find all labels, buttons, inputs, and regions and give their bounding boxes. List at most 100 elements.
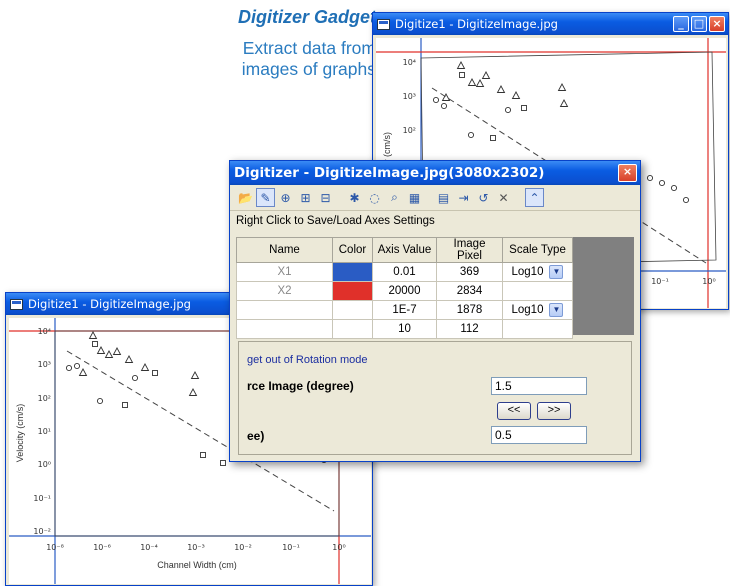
axis-value[interactable]: 10	[372, 319, 437, 339]
chevron-down-icon[interactable]: ▼	[549, 303, 564, 317]
table-row[interactable]: X1 0.01 369 Log10 ▼	[236, 262, 573, 282]
y-tick-label: 10²	[403, 126, 416, 135]
x-axis-label: Channel Width (cm)	[157, 560, 237, 570]
axis-name[interactable]	[236, 319, 333, 339]
set-xy-axes-icon[interactable]: ⊕	[276, 188, 295, 207]
circle-marker	[646, 174, 654, 182]
circle-marker	[65, 364, 73, 372]
y-tick-label: 10²	[38, 394, 51, 403]
axis-name[interactable]: X1	[236, 262, 333, 282]
circle-marker	[440, 102, 448, 110]
col-header-image-pixel[interactable]: Image Pixel	[436, 237, 503, 263]
table-row[interactable]: 10 112	[236, 319, 573, 339]
table-row[interactable]: 1E-7 1878 Log10 ▼	[236, 300, 573, 320]
dialog-title: Digitizer - DigitizeImage.jpg(3080x2302)	[234, 165, 545, 181]
chevron-down-icon[interactable]: ▼	[549, 265, 564, 279]
back-window-title: Digitize1 - DigitizeImage.jpg	[395, 17, 558, 31]
axis-name[interactable]: X2	[236, 281, 333, 301]
image-pixel[interactable]: 1878	[436, 300, 503, 320]
pick-points-icon[interactable]: ✎	[256, 188, 275, 207]
data-table-icon[interactable]: ▤	[434, 188, 453, 207]
axis-color-swatch[interactable]	[332, 300, 373, 320]
scale-type-value: Log10	[511, 304, 544, 317]
rotation-panel: get out of Rotation mode rce Image (degr…	[238, 341, 632, 455]
col-header-name[interactable]: Name	[236, 237, 333, 263]
y-tick-label: 10³	[38, 360, 51, 369]
y-tick-label: 10⁴	[403, 58, 416, 67]
axis-value[interactable]: 1E-7	[372, 300, 437, 320]
image-pixel[interactable]: 369	[436, 262, 503, 282]
zoom-icon[interactable]: ⌕	[385, 188, 404, 207]
circle-marker	[467, 131, 475, 139]
x-tick-label: 10⁰	[332, 543, 345, 552]
promo-block: Digitizer Gadget Extract data from image…	[176, 6, 376, 80]
axis-color-swatch[interactable]	[332, 281, 373, 301]
circle-marker	[682, 196, 690, 204]
col-header-scale-type[interactable]: Scale Type	[502, 237, 573, 263]
circle-marker	[658, 179, 666, 187]
image-pixel[interactable]: 112	[436, 319, 503, 339]
x-tick-label: 10⁰	[702, 277, 715, 286]
scale-type-select[interactable]: Log10 ▼	[502, 300, 573, 320]
axes-table-container: Name Color Axis Value Image Pixel Scale …	[236, 237, 634, 339]
grid-icon[interactable]: ▦	[405, 188, 424, 207]
triangle-marker	[124, 355, 134, 363]
image-pixel[interactable]: 2834	[436, 281, 503, 301]
square-marker	[92, 341, 98, 347]
scale-type-select[interactable]: Log10 ▼	[502, 262, 573, 282]
maximize-button[interactable]: □	[691, 16, 707, 32]
axis-color-swatch[interactable]	[332, 319, 373, 339]
close-button[interactable]: ×	[709, 16, 725, 32]
triangle-marker	[496, 85, 506, 93]
square-marker	[459, 72, 465, 78]
axis-value[interactable]: 20000	[372, 281, 437, 301]
dialog-close-button[interactable]: ×	[618, 164, 637, 182]
axis-value[interactable]: 0.01	[372, 262, 437, 282]
scale-type-select[interactable]	[502, 319, 573, 339]
magic-wand-icon[interactable]: ✱	[345, 188, 364, 207]
circle-marker	[131, 374, 139, 382]
back-window-titlebar[interactable]: Digitize1 - DigitizeImage.jpg _ □ ×	[373, 13, 728, 35]
circle-marker	[73, 362, 81, 370]
axes-settings-hint: Right Click to Save/Load Axes Settings	[236, 215, 435, 227]
digitizer-dialog[interactable]: Digitizer - DigitizeImage.jpg(3080x2302)…	[229, 160, 641, 462]
circle-marker	[504, 106, 512, 114]
promo-title: Digitizer Gadget	[237, 7, 376, 27]
square-marker	[122, 402, 128, 408]
rotate-next-button[interactable]: >>	[537, 402, 571, 420]
x-tick-label: 10⁻³	[187, 543, 205, 552]
dialog-titlebar[interactable]: Digitizer - DigitizeImage.jpg(3080x2302)…	[230, 161, 640, 185]
eraser-icon[interactable]: ◌	[365, 188, 384, 207]
rotate-icon[interactable]: ↺	[474, 188, 493, 207]
set-x-axis-icon[interactable]: ⊞	[296, 188, 315, 207]
rotate-prev-button[interactable]: <<	[497, 402, 531, 420]
app-icon	[377, 18, 390, 30]
square-marker	[490, 135, 496, 141]
x-tick-label: 10⁻¹	[282, 543, 300, 552]
minimize-button[interactable]: _	[673, 16, 689, 32]
open-folder-icon[interactable]: 📂	[236, 188, 255, 207]
scale-type-select[interactable]	[502, 281, 573, 301]
triangle-marker	[104, 350, 114, 358]
square-marker	[220, 460, 226, 466]
rotation-angle-input[interactable]: 1.5	[491, 377, 587, 395]
promo-subtitle-line2: images of graphs	[241, 59, 376, 79]
delete-icon[interactable]: ✕	[494, 188, 513, 207]
y-tick-label: 10⁰	[38, 460, 51, 469]
square-marker	[521, 105, 527, 111]
export-icon[interactable]: ⇥	[454, 188, 473, 207]
col-header-color[interactable]: Color	[332, 237, 373, 263]
col-header-axis-value[interactable]: Axis Value	[372, 237, 437, 263]
rotation-step-input[interactable]: 0.5	[491, 426, 587, 444]
collapse-icon[interactable]: ⌃	[525, 188, 544, 207]
table-row[interactable]: X2 20000 2834	[236, 281, 573, 301]
y-tick-label: 10⁻¹	[33, 494, 51, 503]
set-y-axis-icon[interactable]: ⊟	[316, 188, 335, 207]
axis-name[interactable]	[236, 300, 333, 320]
triangle-marker	[96, 346, 106, 354]
triangle-marker	[467, 78, 477, 86]
rotation-hint: get out of Rotation mode	[247, 354, 368, 366]
circle-marker	[432, 96, 440, 104]
scale-type-value: Log10	[511, 266, 544, 279]
axis-color-swatch[interactable]	[332, 262, 373, 282]
